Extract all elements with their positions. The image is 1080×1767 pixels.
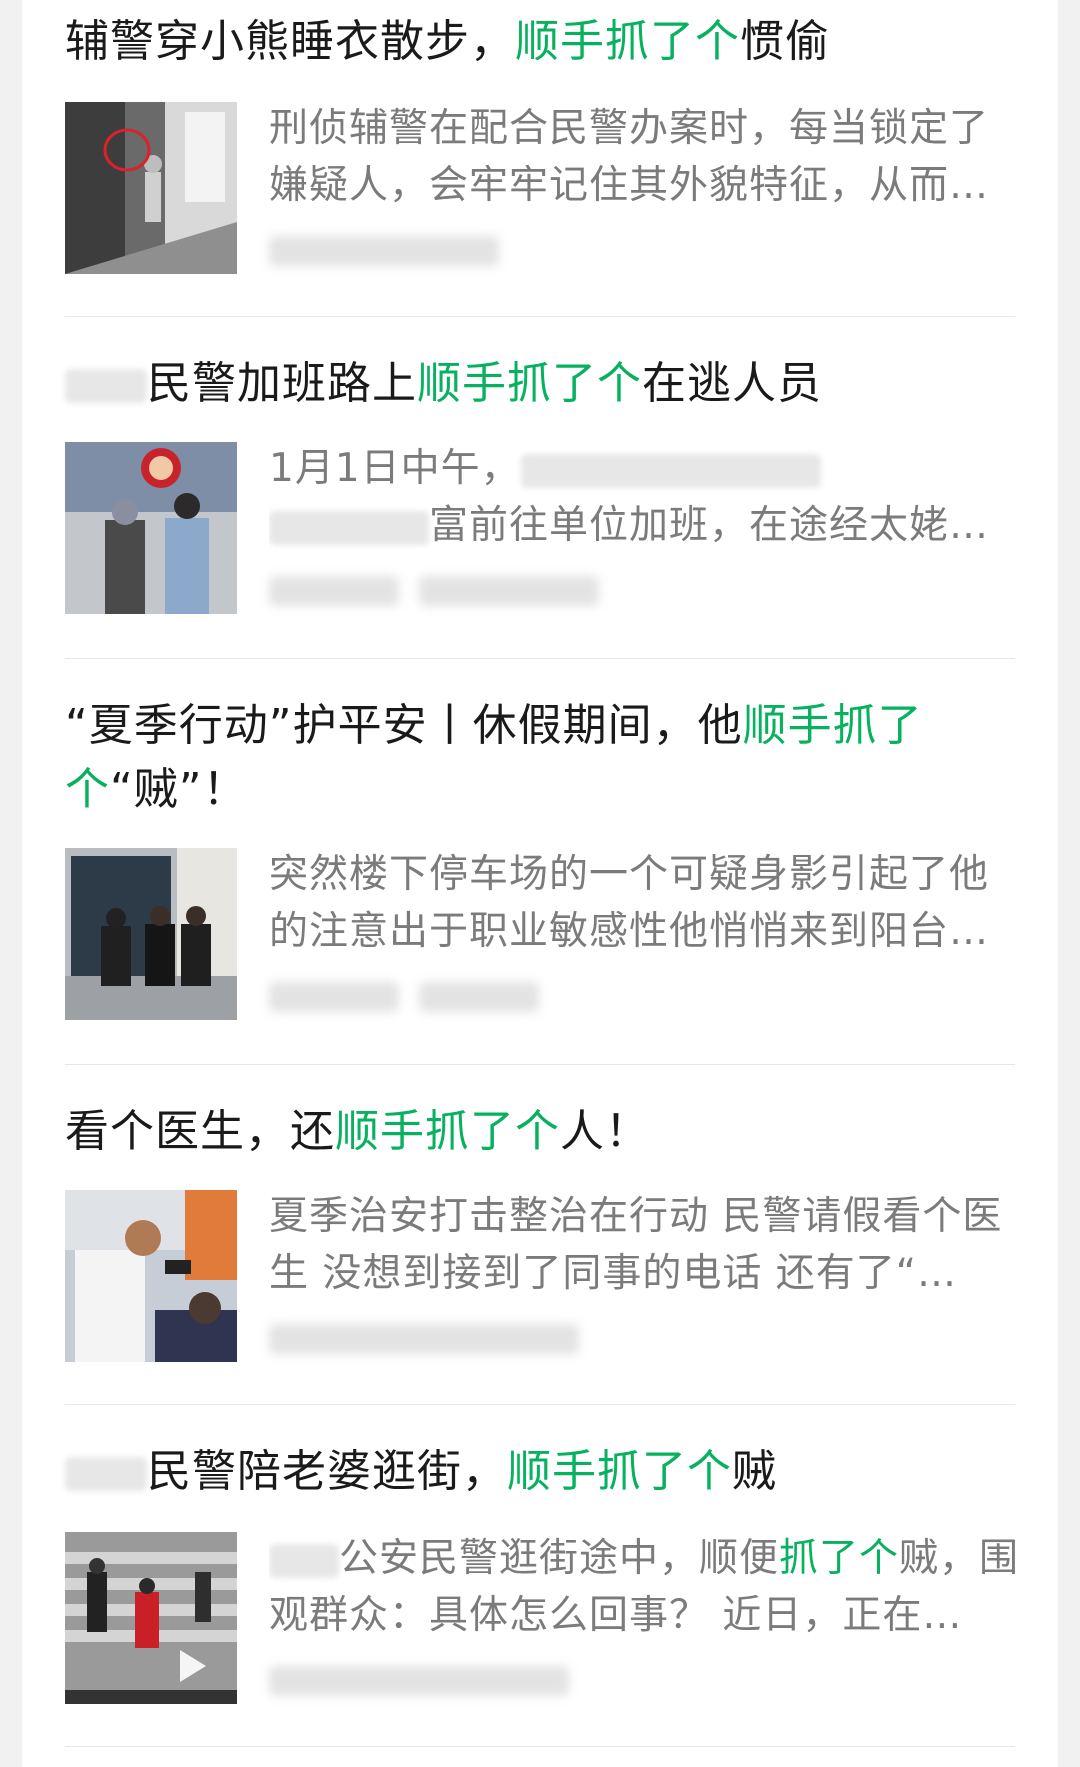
divider: [65, 1064, 1015, 1065]
divider: [65, 1404, 1015, 1405]
keyword-highlight: 顺手抓了个: [417, 358, 642, 409]
keyword-highlight: 顺手抓了个: [507, 1446, 732, 1497]
article-card[interactable]: 看个医生，还顺手抓了个人！ 夏季治安打击整治在行动 民警请假看个医生 没想到接到…: [65, 1100, 1015, 1362]
article-thumbnail[interactable]: [65, 442, 237, 614]
article-title[interactable]: 辅警穿小熊睡衣散步，顺手抓了个惯偷: [65, 10, 1015, 74]
blurred-text: [520, 453, 821, 488]
article-card[interactable]: 民警陪老婆逛街，顺手抓了个贼 公安民警逛街途中，顺便抓了个贼，围观群众：具体怎么…: [65, 1440, 1018, 1704]
keyword-highlight: 顺手抓了个: [335, 1106, 560, 1157]
blurred-text: [269, 1543, 339, 1578]
play-icon[interactable]: [180, 1650, 206, 1682]
article-source-blurred: [269, 1318, 629, 1358]
article-summary: 夏季治安打击整治在行动 民警请假看个医生 没想到接到了同事的电话 还有了“…: [269, 1194, 1003, 1296]
article-title[interactable]: 民警陪老婆逛街，顺手抓了个贼: [65, 1440, 1015, 1504]
blurred-text: [65, 369, 147, 403]
divider: [65, 316, 1015, 317]
divider: [65, 658, 1015, 659]
article-thumbnail[interactable]: [65, 848, 237, 1020]
blurred-text: [65, 1457, 147, 1491]
article-thumbnail[interactable]: [65, 102, 237, 274]
divider: [65, 1746, 1015, 1747]
blurred-text: [269, 510, 429, 545]
article-summary: 突然楼下停车场的一个可疑身影引起了他的注意出于职业敏感性他悄悄来到阳台…: [269, 852, 990, 954]
article-thumbnail[interactable]: [65, 1190, 237, 1362]
article-source-blurred: [269, 570, 629, 610]
search-results-list: 辅警穿小熊睡衣散步，顺手抓了个惯偷 刑侦辅警在配合民警办案时，每当锁定了嫌疑人，…: [22, 0, 1058, 1767]
article-card[interactable]: 辅警穿小熊睡衣散步，顺手抓了个惯偷 刑侦辅警在配合民警办案时，每当锁定了嫌疑人，…: [65, 10, 1015, 274]
keyword-highlight: 顺手抓了个: [515, 16, 740, 67]
article-source-blurred: [269, 230, 629, 270]
keyword-highlight: 顺手抓了: [742, 700, 923, 751]
article-title[interactable]: “夏季行动”护平安丨休假期间，他顺手抓了 个“贼”！: [65, 694, 1015, 822]
article-video-thumbnail[interactable]: [65, 1532, 237, 1704]
article-summary: 刑侦辅警在配合民警办案时，每当锁定了嫌疑人，会牢牢记住其外貌特征，从而…: [269, 106, 990, 208]
article-card[interactable]: 民警加班路上顺手抓了个在逃人员 1月1日中午， 富前往单位加班，在途经太姥…: [65, 352, 1015, 614]
article-source-blurred: [269, 1660, 629, 1700]
article-source-blurred: [269, 976, 629, 1016]
article-summary: 1月1日中午， 富前往单位加班，在途经太姥…: [269, 446, 990, 548]
article-title[interactable]: 民警加班路上顺手抓了个在逃人员: [65, 352, 1015, 416]
article-title[interactable]: 看个医生，还顺手抓了个人！: [65, 1100, 1015, 1164]
article-card[interactable]: “夏季行动”护平安丨休假期间，他顺手抓了 个“贼”！ 突然楼下停车场的一个可疑身影…: [65, 694, 1015, 1020]
article-summary: 公安民警逛街途中，顺便抓了个贼，围观群众：具体怎么回事？ 近日，正在…: [269, 1536, 1020, 1638]
